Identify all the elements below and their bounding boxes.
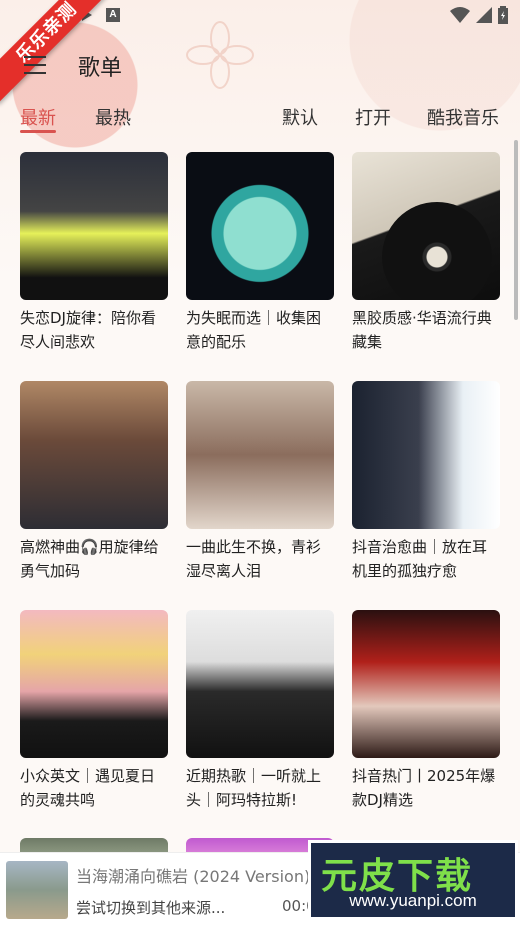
playlist-title: 一曲此生不换，青衫湿尽离人泪 [186,538,322,580]
playlist-cover[interactable] [20,152,168,300]
vinyl-record-image [382,202,492,300]
playlist-card[interactable]: 小众英文｜遇见夏日的灵魂共鸣 [20,610,168,812]
playlist-title: 抖音治愈曲｜放在耳机里的孤独疗愈 [352,538,488,580]
app-header: 歌单 [0,40,520,90]
playlist-cover[interactable] [352,381,500,529]
menu-icon[interactable] [24,56,46,74]
playlist-card[interactable]: 近期热歌｜一听就上头｜阿玛特拉斯! [186,610,334,812]
playlist-title: 近期热歌｜一听就上头｜阿玛特拉斯! [186,767,322,809]
signal-icon [476,7,492,23]
now-playing-cover[interactable] [6,861,68,919]
tab-latest[interactable]: 最新 [20,104,56,130]
active-tab-indicator [20,130,56,133]
playlist-card[interactable]: 为失眠而选｜收集困意的配乐 [186,152,334,354]
playlist-card[interactable]: 一曲此生不换，青衫湿尽离人泪 [186,381,334,583]
watermark-logo: 元皮下载 www.yuanpi.com [308,840,518,920]
battery-icon [498,6,508,24]
playlist-title: 黑胶质感·华语流行典藏集 [352,309,492,351]
scrollbar[interactable] [514,140,518,320]
playlist-title: 为失眠而选｜收集困意的配乐 [186,309,322,351]
playlist-cover[interactable] [352,610,500,758]
page-title: 歌单 [78,56,123,81]
playlist-card[interactable]: 抖音治愈曲｜放在耳机里的孤独疗愈 [352,381,500,583]
watermark-url: www.yuanpi.com [349,891,477,910]
playlist-card[interactable]: 失恋DJ旋律：陪你看尽人间悲欢 [20,152,168,354]
playlist-card[interactable]: 高燃神曲🎧用旋律给勇气加码 [20,381,168,583]
playlist-cover[interactable] [186,610,334,758]
playlist-title: 失恋DJ旋律：陪你看尽人间悲欢 [20,309,156,351]
playlist-title: 高燃神曲🎧用旋律给勇气加码 [20,538,159,580]
tab-bar: 最新 最热 默认 打开 酷我音乐 [0,100,520,140]
tab-hottest[interactable]: 最热 [95,104,131,130]
playlist-title: 抖音热门丨2025年爆款DJ精选 [352,767,496,809]
app-notification-icon: A [106,8,120,22]
tab-open[interactable]: 打开 [355,104,391,130]
player-status-text: 尝试切换到其他来源... [76,899,226,917]
playlist-card[interactable]: 抖音热门丨2025年爆款DJ精选 [352,610,500,812]
status-right [450,6,508,24]
wifi-icon [450,7,470,23]
now-playing-title: 当海潮涌向礁岩 (2024 Version) [76,867,311,886]
playlist-cover[interactable] [352,152,500,300]
playlist-cover[interactable] [186,381,334,529]
playlist-title: 小众英文｜遇见夏日的灵魂共鸣 [20,767,156,809]
tab-kuwo-music[interactable]: 酷我音乐 [427,104,499,130]
playlist-cover[interactable] [20,610,168,758]
playlist-cover[interactable] [186,152,334,300]
playlist-card[interactable]: 黑胶质感·华语流行典藏集 [352,152,500,354]
tab-default[interactable]: 默认 [282,104,318,130]
playlist-cover[interactable] [20,381,168,529]
